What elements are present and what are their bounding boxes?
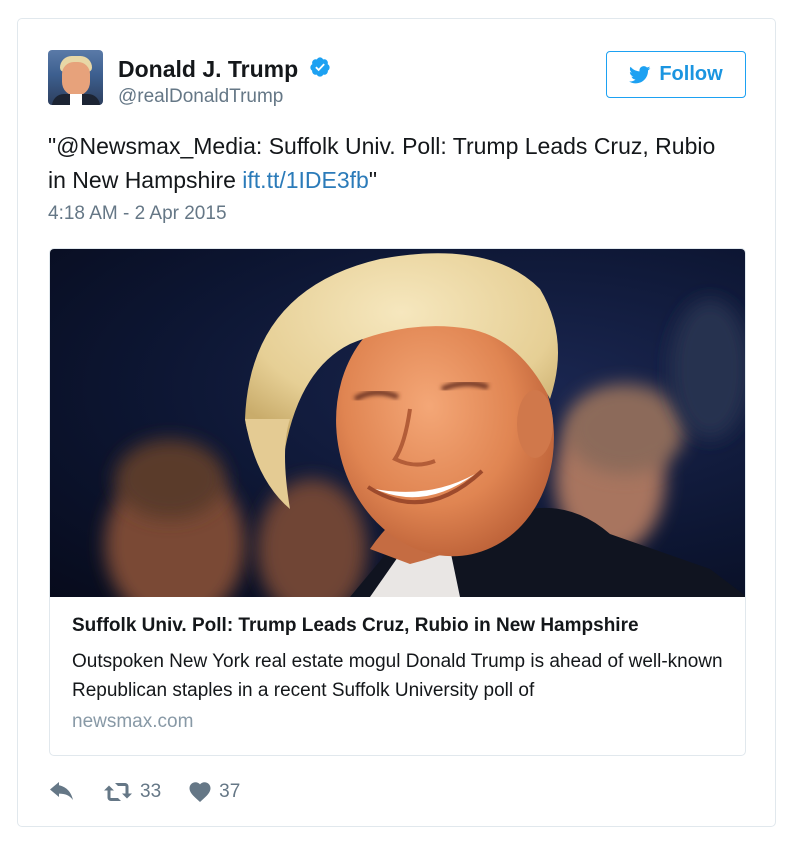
tweet-link[interactable]: ift.tt/1IDE3fb — [242, 167, 369, 193]
follow-button[interactable]: Follow — [606, 51, 746, 98]
like-count: 37 — [219, 781, 241, 802]
avatar-face — [62, 62, 90, 96]
article-photo[interactable] — [50, 249, 745, 597]
retweet-icon — [104, 783, 132, 801]
link-card-description: Outspoken New York real estate mogul Don… — [72, 651, 723, 701]
twitter-bird-icon — [629, 65, 651, 83]
retweet-button[interactable]: 33 — [104, 781, 161, 803]
article-photo-illustration — [105, 253, 745, 597]
avatar-shirt — [70, 94, 82, 105]
tweet-timestamp[interactable]: 4:18 AM - 2 Apr 2015 — [48, 202, 227, 226]
tweet-text-body: "@Newsmax_Media: Suffolk Univ. Poll: Tru… — [48, 133, 716, 193]
reply-icon — [50, 782, 73, 800]
verified-badge-icon — [310, 57, 330, 77]
link-preview-card[interactable]: Suffolk Univ. Poll: Trump Leads Cruz, Ru… — [49, 248, 746, 756]
author-avatar[interactable] — [48, 50, 103, 105]
link-card-content: Suffolk Univ. Poll: Trump Leads Cruz, Ru… — [72, 613, 732, 735]
heart-icon — [189, 782, 211, 802]
tweet-card: Donald J. Trump @realDonaldTrump Follow … — [17, 18, 776, 827]
author-handle[interactable]: @realDonaldTrump — [118, 85, 331, 109]
follow-button-label: Follow — [659, 63, 723, 85]
author-name-block: Donald J. Trump @realDonaldTrump — [118, 55, 331, 109]
tweet-text: "@Newsmax_Media: Suffolk Univ. Poll: Tru… — [48, 129, 738, 197]
link-card-title[interactable]: Suffolk Univ. Poll: Trump Leads Cruz, Ru… — [72, 613, 732, 639]
link-card-domain: newsmax.com — [72, 711, 194, 732]
author-display-name[interactable]: Donald J. Trump — [118, 55, 298, 83]
tweet-text-closing-quote: " — [368, 167, 378, 193]
tweet-actions: 33 37 — [50, 777, 240, 807]
like-button[interactable]: 37 — [189, 781, 240, 803]
reply-button[interactable] — [50, 782, 74, 802]
retweet-count: 33 — [140, 781, 162, 802]
